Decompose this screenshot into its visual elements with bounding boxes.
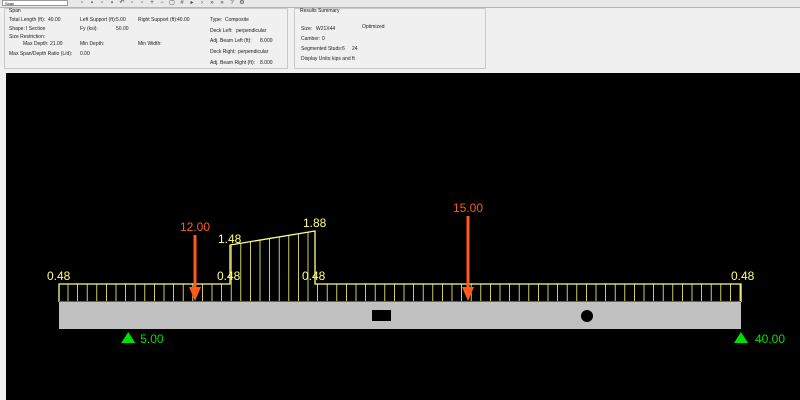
right-support-label: Right Support (ft): — [138, 17, 178, 23]
support-right-triangle[interactable] — [734, 332, 748, 343]
segmented-studs-label: Segmented Studs: — [301, 46, 343, 52]
adj-beam-right-label: Adj. Beam Right (ft): — [210, 60, 256, 66]
zoom-out-icon[interactable]: − — [158, 0, 166, 6]
support-left-label: 5.00 — [140, 332, 164, 346]
distributed-load-outline — [58, 230, 742, 302]
step-icon[interactable]: › — [198, 0, 206, 6]
deck-left-value: perpendicular — [236, 28, 267, 34]
properties-panel: Span Total Length (ft): 40.00 Left Suppo… — [0, 8, 800, 70]
distributed-load-label-trap-end: 0.48 — [302, 269, 326, 283]
point-load-1[interactable]: 12.00 — [180, 220, 210, 301]
shape-value: I Section — [26, 26, 46, 32]
distributed-load-hatch — [67, 232, 741, 302]
grid-icon[interactable]: # — [178, 0, 186, 6]
size-value: W21X44 — [316, 26, 336, 32]
adj-beam-right-value: 8.000 — [260, 60, 273, 66]
deck-left-label: Deck Left: — [210, 28, 233, 34]
play-icon[interactable]: ▸ — [188, 0, 196, 6]
next-icon[interactable]: » — [208, 0, 216, 6]
optimized-label: Optimized — [362, 24, 385, 30]
support-left-triangle[interactable] — [121, 332, 136, 343]
span-groupbox-title: Span — [9, 8, 21, 14]
max-ratio-label: Max Span/Depth Ratio (L/d): — [9, 51, 73, 57]
beam-marker-circle — [581, 310, 593, 322]
segmented-studs-value-1: 6 — [342, 46, 345, 52]
results-groupbox-title: Results Summary — [300, 8, 340, 14]
camber-value: 0 — [322, 36, 325, 42]
point-load-2-arrowhead — [462, 287, 474, 301]
beam-diagram-canvas[interactable]: 12.00 15.00 0.48 0.48 0.48 0.48 1.48 1.8… — [6, 73, 800, 400]
max-ratio-value: 0.00 — [80, 51, 90, 57]
support-right-label: 40.00 — [755, 332, 785, 346]
last-icon[interactable]: » — [218, 0, 226, 6]
point-load-2[interactable]: 15.00 — [453, 201, 483, 301]
display-units-value: kips and ft — [332, 56, 355, 62]
point-load-1-label: 12.00 — [180, 220, 210, 234]
toolbar: Span ▫ ▪ ▫ ▪ ↶ ▫ ▫ + − ▢ # ▸ ›»»? ⚙ — [0, 0, 800, 8]
min-depth-label: Min Depth: — [80, 41, 105, 47]
span-selector-dropdown[interactable]: Span — [2, 0, 68, 6]
new-icon[interactable]: ▫ — [78, 0, 86, 6]
undo-icon[interactable]: ↶ — [118, 0, 126, 6]
fy-value: 50.00 — [116, 26, 129, 32]
max-depth-label: Max Depth: — [23, 41, 49, 47]
max-depth-value: 21.00 — [50, 41, 63, 47]
settings-icon[interactable]: ⚙ — [238, 0, 246, 6]
point-load-1-arrowhead — [189, 287, 201, 301]
fit-icon[interactable]: ▢ — [168, 0, 176, 6]
size-label: Size: — [301, 26, 313, 32]
save-icon[interactable]: ▫ — [98, 0, 106, 6]
camber-label: Camber: — [301, 36, 321, 42]
beam-body — [59, 302, 741, 329]
min-width-label: Min Width: — [138, 41, 162, 47]
size-restriction-label: Size Restriction: — [9, 34, 46, 40]
left-support-value: 5.00 — [116, 17, 126, 23]
adj-beam-left-value: 8.000 — [260, 38, 273, 44]
total-length-label: Total Length (ft): — [9, 17, 46, 23]
segmented-studs-value-2: 24 — [352, 46, 358, 52]
help-icon[interactable]: ? — [228, 0, 236, 6]
deck-right-label: Deck Right: — [210, 49, 236, 55]
open-icon[interactable]: ▪ — [88, 0, 96, 6]
deck-right-value: perpendicular — [238, 49, 269, 55]
print-icon[interactable]: ▪ — [108, 0, 116, 6]
zoom-in-icon[interactable]: + — [148, 0, 156, 6]
distributed-load-label-trap-start: 0.48 — [217, 269, 241, 283]
distributed-load-label-right: 0.48 — [731, 269, 755, 283]
shape-label: Shape: — [9, 26, 25, 32]
total-length-value: 40.00 — [48, 17, 61, 23]
adj-beam-left-label: Adj. Beam Left (ft): — [210, 38, 252, 44]
copy-icon[interactable]: ▫ — [128, 0, 136, 6]
point-load-2-label: 15.00 — [453, 201, 483, 215]
fy-label: Fy (ksi): — [80, 26, 98, 32]
distributed-load-label-left: 0.48 — [47, 269, 71, 283]
type-label: Type: — [210, 17, 223, 23]
trapezoid-start-label: 1.48 — [218, 232, 242, 246]
beam-diagram-svg: 12.00 15.00 0.48 0.48 0.48 0.48 1.48 1.8… — [47, 201, 785, 346]
right-support-value: 40.00 — [177, 17, 190, 23]
trapezoid-end-label: 1.88 — [303, 216, 327, 230]
display-units-label: Display Units: — [301, 56, 332, 62]
left-support-label: Left Support (ft): — [80, 17, 117, 23]
paste-icon[interactable]: ▫ — [138, 0, 146, 6]
type-value: Composite — [225, 17, 249, 23]
beam-marker-rectangle — [372, 310, 391, 321]
